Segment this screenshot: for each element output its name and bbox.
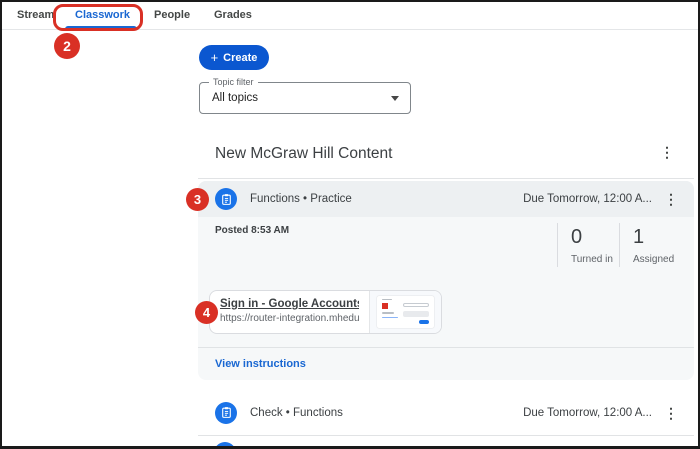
assignment-due-date: Due Tomorrow, 12:00 A... bbox=[523, 193, 652, 205]
thumb-input bbox=[403, 303, 429, 307]
stat-turned-in[interactable]: 0 Turned in bbox=[557, 223, 619, 267]
assignment-2-menu-kebab-icon[interactable]: ⋮ bbox=[664, 406, 678, 420]
assignment-stats: 0 Turned in 1 Assigned bbox=[557, 223, 681, 267]
stat-turned-in-label: Turned in bbox=[571, 254, 619, 265]
tab-people[interactable]: People bbox=[154, 2, 190, 28]
assignment-row[interactable]: Functions • Practice Due Tomorrow, 12:00… bbox=[198, 181, 694, 217]
divider bbox=[198, 178, 694, 179]
attachment-text: Sign in - Google Accounts https://router… bbox=[210, 291, 369, 333]
plus-icon: + bbox=[211, 51, 219, 64]
stat-turned-in-value: 0 bbox=[571, 225, 619, 249]
annotation-rect-classwork bbox=[53, 4, 143, 31]
posted-timestamp: Posted 8:53 AM bbox=[215, 225, 289, 236]
classroom-window: Stream Classwork People Grades 2 + Creat… bbox=[0, 0, 700, 449]
topic-filter-value: All topics bbox=[212, 83, 258, 113]
assignment-2-title: Check • Functions bbox=[250, 407, 343, 419]
attachment-link-card[interactable]: Sign in - Google Accounts https://router… bbox=[209, 290, 442, 334]
assignment-2-due-date: Due Tomorrow, 12:00 A... bbox=[523, 407, 652, 419]
tab-stream[interactable]: Stream bbox=[17, 2, 54, 28]
attachment-title-link[interactable]: Sign in - Google Accounts bbox=[220, 298, 359, 310]
stat-assigned[interactable]: 1 Assigned bbox=[619, 223, 681, 267]
thumb-input bbox=[403, 311, 429, 317]
dropdown-arrow-icon bbox=[391, 96, 399, 101]
annotation-step-badge: 4 bbox=[195, 301, 218, 324]
tab-grades[interactable]: Grades bbox=[214, 2, 252, 28]
divider bbox=[198, 435, 694, 436]
annotation-step-badge: 3 bbox=[186, 188, 209, 211]
attachment-preview-thumbnail bbox=[369, 291, 441, 333]
assignment-icon bbox=[215, 402, 237, 424]
assignment-menu-kebab-icon[interactable]: ⋮ bbox=[664, 192, 678, 206]
create-button-label: Create bbox=[223, 52, 257, 64]
thumb-line bbox=[382, 312, 394, 314]
thumb-line bbox=[382, 317, 398, 318]
annotation-step-badge: 2 bbox=[54, 33, 80, 59]
assignment-title: Functions • Practice bbox=[250, 193, 352, 205]
topic-filter-select[interactable]: Topic filter All topics bbox=[199, 82, 411, 114]
view-instructions-link[interactable]: View instructions bbox=[215, 358, 306, 370]
assignment-row-2[interactable]: Check • Functions Due Tomorrow, 12:00 A.… bbox=[198, 390, 694, 435]
assignment-expanded-card: Functions • Practice Due Tomorrow, 12:00… bbox=[198, 181, 694, 380]
thumbnail-page-mock bbox=[377, 296, 434, 328]
attachment-url: https://router-integration.mheduca bbox=[220, 313, 359, 324]
assignment-icon bbox=[215, 188, 237, 210]
thumb-logo bbox=[382, 303, 388, 309]
topic-title: New McGraw Hill Content bbox=[215, 145, 392, 163]
clipboard-icon bbox=[220, 193, 233, 206]
assignment-footer: View instructions bbox=[198, 347, 694, 380]
topic-menu-kebab-icon[interactable]: ⋮ bbox=[660, 145, 674, 159]
thumb-line bbox=[382, 299, 392, 300]
assignment-icon-partial bbox=[214, 442, 236, 449]
clipboard-icon bbox=[220, 406, 233, 419]
create-button[interactable]: + Create bbox=[199, 45, 269, 70]
thumb-button bbox=[419, 320, 429, 324]
stat-assigned-value: 1 bbox=[633, 225, 681, 249]
stat-assigned-label: Assigned bbox=[633, 254, 681, 265]
